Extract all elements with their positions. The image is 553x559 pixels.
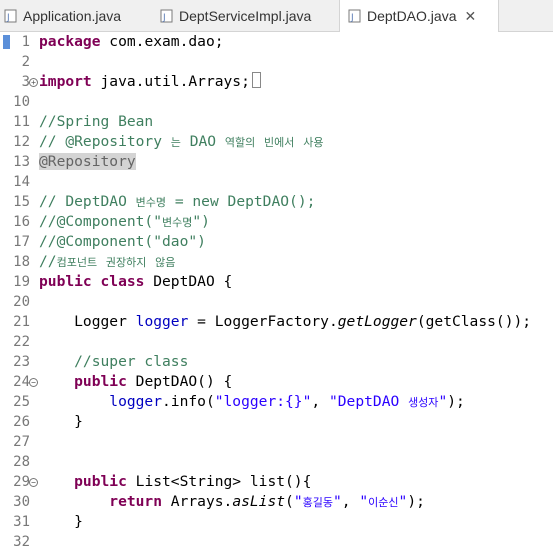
line-number: 16 <box>13 214 30 230</box>
code-text: Logger logger = LoggerFactory.getLogger(… <box>39 313 532 330</box>
line-number: 31 <box>13 514 30 530</box>
expand-fold-icon[interactable]: + <box>29 78 38 87</box>
current-line-marker <box>3 35 10 49</box>
line-number: 14 <box>13 174 30 190</box>
tab-application-java[interactable]: J Application.java <box>4 0 154 31</box>
code-text: //Spring Bean <box>39 113 154 130</box>
code-text: return Arrays.asList("홍길동", "이순신"); <box>39 493 425 510</box>
line-number: 11 <box>13 114 30 130</box>
tab-deptdao-java[interactable]: J DeptDAO.java ✕ <box>339 0 499 32</box>
code-text: import java.util.Arrays; <box>39 72 261 92</box>
java-file-icon: J <box>160 9 173 23</box>
code-text: //@Component("dao") <box>39 233 206 250</box>
line-number: 22 <box>13 334 30 350</box>
code-line[interactable]: 14 <box>0 172 553 192</box>
code-line[interactable]: 17 //@Component("dao") <box>0 232 553 252</box>
line-number: 21 <box>13 314 30 330</box>
code-text: package com.exam.dao; <box>39 33 224 50</box>
code-text: // DeptDAO 변수명 = new DeptDAO(); <box>39 193 316 210</box>
code-text: //@Component("변수명") <box>39 213 210 230</box>
code-line[interactable]: 24− public DeptDAO() { <box>0 372 553 392</box>
code-line[interactable]: 25 logger.info("logger:{}", "DeptDAO 생성자… <box>0 392 553 412</box>
code-line[interactable]: 26 } <box>0 412 553 432</box>
line-number: 19 <box>13 274 30 290</box>
code-editor[interactable]: 1 package com.exam.dao; 2 3 + import java.uti… <box>0 32 553 559</box>
code-text: //컴포넌트 권장하지 않음 <box>39 253 176 270</box>
line-number: 24 <box>13 374 30 390</box>
tab-label: Application.java <box>23 7 122 24</box>
code-text: @Repository <box>39 153 136 170</box>
svg-text:J: J <box>350 13 354 23</box>
code-line[interactable]: 10 <box>0 92 553 112</box>
code-text: public class DeptDAO { <box>39 273 233 290</box>
line-number: 17 <box>13 234 30 250</box>
line-number: 30 <box>13 494 30 510</box>
code-line[interactable]: 31 } <box>0 512 553 532</box>
code-line[interactable]: 18 //컴포넌트 권장하지 않음 <box>0 252 553 272</box>
collapse-fold-icon[interactable]: − <box>29 478 38 487</box>
line-number: 3 <box>21 74 30 90</box>
code-line[interactable]: 27 <box>0 432 553 452</box>
code-line[interactable]: 16 //@Component("변수명") <box>0 212 553 232</box>
line-number: 12 <box>13 134 30 150</box>
collapsed-imports-indicator[interactable] <box>251 72 261 88</box>
code-line[interactable]: 30 return Arrays.asList("홍길동", "이순신"); <box>0 492 553 512</box>
java-file-icon: J <box>4 9 17 23</box>
line-number: 29 <box>13 474 30 490</box>
code-line[interactable]: 13 @Repository <box>0 152 553 172</box>
tab-deptserviceimpl-java[interactable]: J DeptServiceImpl.java <box>160 0 335 31</box>
line-number: 23 <box>13 354 30 370</box>
line-number: 10 <box>13 94 30 110</box>
line-number: 28 <box>13 454 30 470</box>
editor-tab-bar: J Application.java J DeptServiceImpl.jav… <box>0 0 553 32</box>
code-line[interactable]: 3 + import java.util.Arrays; <box>0 72 553 92</box>
line-number: 20 <box>13 294 30 310</box>
code-text: } <box>39 413 83 430</box>
code-line[interactable]: 23 //super class <box>0 352 553 372</box>
code-text: logger.info("logger:{}", "DeptDAO 생성자"); <box>39 393 465 410</box>
line-number: 18 <box>13 254 30 270</box>
line-number: 32 <box>13 534 30 550</box>
code-line[interactable]: 12 // @Repository 는 DAO 역할의 빈에서 사용 <box>0 132 553 152</box>
code-text: public List<String> list(){ <box>39 473 312 490</box>
code-text: } <box>39 513 83 530</box>
tab-label: DeptDAO.java <box>367 8 457 24</box>
code-line[interactable]: 29− public List<String> list(){ <box>0 472 553 492</box>
code-line[interactable]: 2 <box>0 52 553 72</box>
line-number: 13 <box>13 154 30 170</box>
code-line[interactable]: 11 //Spring Bean <box>0 112 553 132</box>
code-line[interactable]: 20 <box>0 292 553 312</box>
svg-text:J: J <box>162 13 166 23</box>
code-line[interactable]: 21 Logger logger = LoggerFactory.getLogg… <box>0 312 553 332</box>
line-number: 2 <box>21 54 30 70</box>
code-line[interactable]: 1 package com.exam.dao; <box>0 32 553 52</box>
code-line[interactable]: 32 <box>0 532 553 552</box>
code-line[interactable]: 15 // DeptDAO 변수명 = new DeptDAO(); <box>0 192 553 212</box>
close-icon[interactable]: ✕ <box>464 8 476 25</box>
code-text: //super class <box>39 353 189 370</box>
code-line[interactable]: 22 <box>0 332 553 352</box>
line-number: 25 <box>13 394 30 410</box>
code-line[interactable]: 28 <box>0 452 553 472</box>
line-number: 26 <box>13 414 30 430</box>
code-line[interactable]: 19 public class DeptDAO { <box>0 272 553 292</box>
collapse-fold-icon[interactable]: − <box>29 378 38 387</box>
svg-text:J: J <box>6 13 10 23</box>
code-text: // @Repository 는 DAO 역할의 빈에서 사용 <box>39 133 324 150</box>
line-number: 15 <box>13 194 30 210</box>
tab-label: DeptServiceImpl.java <box>179 7 312 24</box>
line-number: 27 <box>13 434 30 450</box>
java-file-icon: J <box>348 9 361 23</box>
code-text: public DeptDAO() { <box>39 373 233 390</box>
